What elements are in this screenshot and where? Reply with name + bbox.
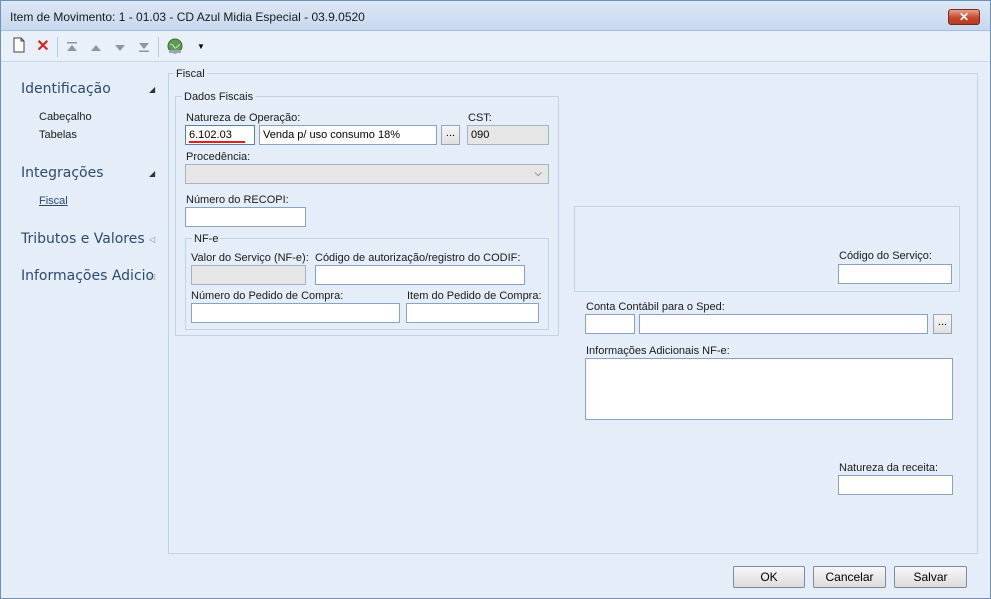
save-button[interactable]: Salvar: [894, 566, 967, 588]
procedencia-label: Procedência:: [186, 151, 251, 163]
fiscal-legend: Fiscal: [174, 68, 207, 80]
codigo-servico-input[interactable]: [838, 264, 952, 284]
close-button[interactable]: ✕: [948, 9, 980, 25]
valor-servico-label: Valor do Serviço (NF-e):: [191, 252, 309, 264]
item-pedido-input[interactable]: [406, 303, 539, 323]
recopi-label: Número do RECOPI:: [186, 194, 289, 206]
procedencia-select[interactable]: ⌵: [185, 164, 549, 184]
sidebar-section-identificacao[interactable]: Identificação: [21, 81, 111, 97]
conta-contabil-label: Conta Contábil para o Sped:: [586, 301, 725, 313]
delete-icon[interactable]: ✕: [33, 37, 53, 57]
toolbar-separator: [57, 37, 58, 57]
collapsed-arrow-icon[interactable]: ◁: [149, 272, 155, 281]
natureza-lookup-button[interactable]: ...: [441, 125, 460, 145]
sidebar-item-cabecalho[interactable]: Cabeçalho: [39, 111, 92, 123]
previous-record-icon[interactable]: [86, 37, 106, 57]
dropdown-arrow-icon[interactable]: ▼: [191, 37, 211, 57]
pedido-input[interactable]: [191, 303, 400, 323]
expanded-arrow-icon[interactable]: ◢: [149, 169, 155, 178]
codigo-servico-label: Código do Serviço:: [839, 250, 932, 262]
info-adicionais-textarea[interactable]: [585, 358, 953, 420]
conta-contabil-lookup-button[interactable]: ...: [933, 314, 952, 334]
sidebar-section-integracoes[interactable]: Integrações: [21, 165, 104, 181]
sidebar-item-tabelas[interactable]: Tabelas: [39, 129, 77, 141]
title-bar: Item de Movimento: 1 - 01.03 - CD Azul M…: [1, 1, 990, 31]
window-title: Item de Movimento: 1 - 01.03 - CD Azul M…: [10, 10, 365, 24]
natureza-label: Natureza de Operação:: [186, 112, 301, 124]
pedido-label: Número do Pedido de Compra:: [191, 290, 344, 302]
sidebar: Identificação ◢ Cabeçalho Tabelas Integr…: [1, 63, 166, 563]
spellcheck-underline: [189, 141, 245, 143]
sidebar-item-fiscal[interactable]: Fiscal: [39, 195, 68, 207]
new-document-icon[interactable]: [9, 37, 29, 57]
toolbar: ✕ ▼: [1, 32, 990, 62]
natureza-receita-label: Natureza da receita:: [839, 462, 939, 474]
dados-fiscais-legend: Dados Fiscais: [182, 91, 256, 103]
fiscal-panel: Fiscal Dados Fiscais Natureza de Operaçã…: [168, 68, 978, 554]
valor-servico-input[interactable]: [191, 265, 306, 285]
globe-icon[interactable]: [165, 37, 185, 57]
dialog-window: Item de Movimento: 1 - 01.03 - CD Azul M…: [0, 0, 991, 599]
conta-contabil-code-input[interactable]: [585, 314, 635, 334]
next-record-icon[interactable]: [110, 37, 130, 57]
collapsed-arrow-icon[interactable]: ◁: [149, 235, 155, 244]
item-pedido-label: Item do Pedido de Compra:: [407, 290, 542, 302]
last-record-icon[interactable]: [134, 37, 154, 57]
codif-label: Código de autorização/registro do CODIF:: [315, 252, 521, 264]
cancel-button[interactable]: Cancelar: [813, 566, 886, 588]
nfe-group: NF-e Valor do Serviço (NF-e): Código de …: [185, 233, 549, 330]
recopi-input[interactable]: [185, 207, 306, 227]
cst-label: CST:: [468, 112, 492, 124]
dados-fiscais-group: Dados Fiscais Natureza de Operação: 6.10…: [175, 91, 559, 336]
natureza-desc-input[interactable]: Venda p/ uso consumo 18%: [259, 125, 437, 145]
codif-input[interactable]: [315, 265, 525, 285]
sidebar-section-informacoes[interactable]: Informações Adicio: [21, 268, 154, 284]
natureza-receita-input[interactable]: [838, 475, 953, 495]
toolbar-separator: [158, 37, 159, 57]
sidebar-section-tributos[interactable]: Tributos e Valores: [21, 231, 145, 247]
cst-input[interactable]: 090: [467, 125, 549, 145]
ok-button[interactable]: OK: [733, 566, 805, 588]
nfe-legend: NF-e: [192, 233, 221, 245]
conta-contabil-desc-input[interactable]: [639, 314, 928, 334]
expanded-arrow-icon[interactable]: ◢: [149, 85, 155, 94]
servico-group: Código do Serviço:: [574, 206, 960, 292]
info-adicionais-label: Informações Adicionais NF-e:: [586, 345, 730, 357]
first-record-icon[interactable]: [62, 37, 82, 57]
chevron-down-icon: ⌵: [534, 168, 542, 179]
